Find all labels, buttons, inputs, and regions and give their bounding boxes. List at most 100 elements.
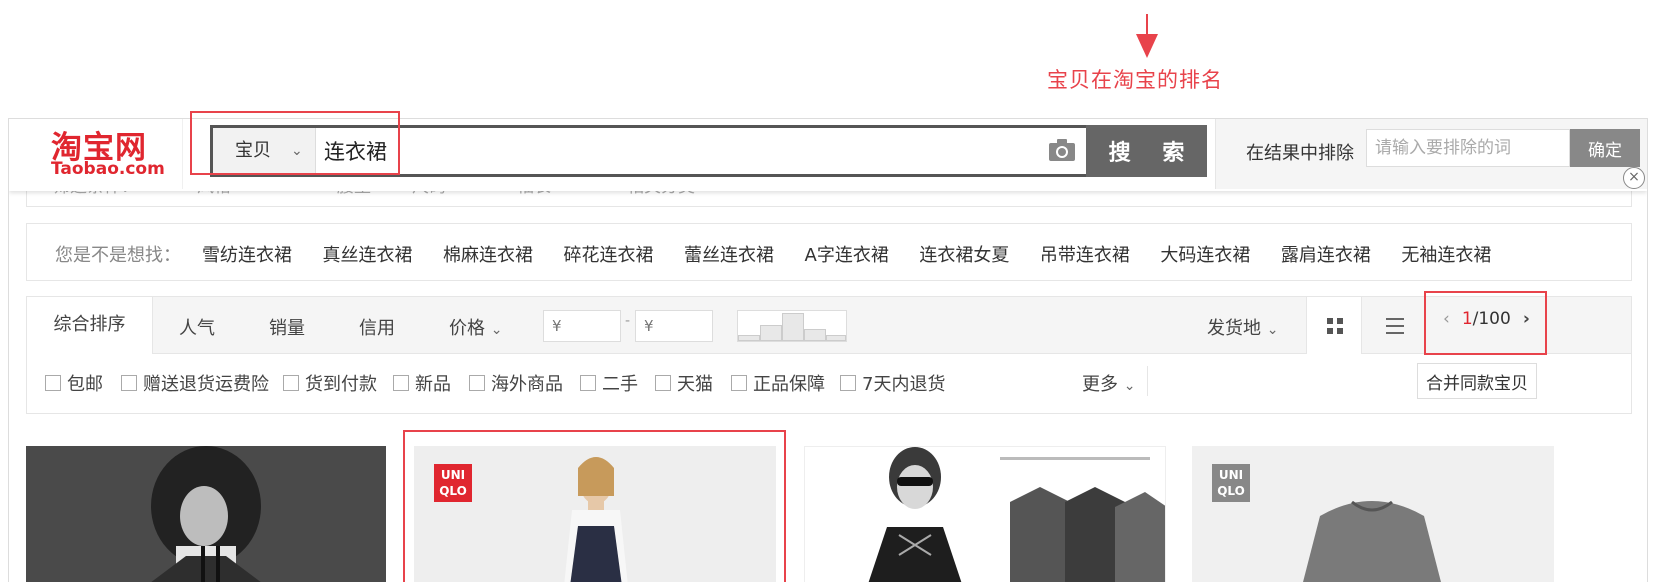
more-label: 更多 xyxy=(1082,374,1118,395)
price-min-input[interactable] xyxy=(543,310,621,342)
filter-tmall[interactable]: 天猫 xyxy=(655,370,713,396)
chevron-right-icon[interactable]: › xyxy=(1523,309,1530,329)
filter-label: 赠送退货运费险 xyxy=(143,374,269,395)
checkbox-filter-row: 包邮 赠送退货运费险 货到付款 新品 海外商品 二手 天猫 正品保障 7天内退货… xyxy=(26,354,1632,414)
checkbox[interactable] xyxy=(45,375,61,391)
grid-view-icon xyxy=(1327,318,1343,334)
suggestion-label: 您是不是想找： xyxy=(55,245,181,266)
filter-genuine[interactable]: 正品保障 xyxy=(731,370,825,396)
product-card[interactable] xyxy=(26,446,386,582)
filter-label: 货到付款 xyxy=(305,374,377,395)
suggestion-item[interactable]: 真丝连衣裙 xyxy=(323,241,413,267)
sort-price-label: 价格 xyxy=(449,318,485,339)
suggestion-item[interactable]: 露肩连衣裙 xyxy=(1281,241,1371,267)
checkbox[interactable] xyxy=(393,375,409,391)
ship-from-dropdown[interactable]: 发货地 ⌄ xyxy=(1207,314,1278,340)
search-header: 淘宝网 Taobao.com 宝贝 ⌄ 搜 索 在结果中排除 确定 × xyxy=(9,119,1647,191)
checkbox[interactable] xyxy=(283,375,299,391)
product-image xyxy=(805,447,1165,582)
page-current: 1 xyxy=(1461,309,1473,329)
search-type-label: 宝贝 xyxy=(235,140,271,161)
filter-label: 7天内退货 xyxy=(862,374,946,395)
grid-view-button[interactable] xyxy=(1306,297,1362,354)
chevron-down-icon: ⌄ xyxy=(490,322,503,338)
chevron-down-icon: ⌄ xyxy=(1266,322,1279,338)
ship-from-label: 发货地 xyxy=(1207,318,1261,339)
price-range-dash: - xyxy=(625,313,631,329)
filter-label: 二手 xyxy=(602,374,638,395)
suggestion-item[interactable]: 连衣裙女夏 xyxy=(919,241,1009,267)
checkbox[interactable] xyxy=(469,375,485,391)
sort-bar: 综合排序 人气 销量 信用 价格 ⌄ - 发货地 ⌄ ‹ 1/100 › xyxy=(26,296,1632,354)
histogram-bar xyxy=(760,325,782,341)
checkbox[interactable] xyxy=(840,375,856,391)
annotation-rank-label: 宝贝在淘宝的排名 xyxy=(1047,68,1223,92)
filter-label: 新品 xyxy=(415,374,451,395)
filter-7day-return[interactable]: 7天内退货 xyxy=(840,370,945,396)
suggestion-item[interactable]: 碎花连衣裙 xyxy=(564,241,654,267)
exclude-label: 在结果中排除 xyxy=(1246,143,1354,164)
sort-price-tab[interactable]: 价格 ⌄ xyxy=(449,314,502,340)
page-total: /100 xyxy=(1472,309,1511,329)
sort-popularity-tab[interactable]: 人气 xyxy=(179,314,215,340)
filter-secondhand[interactable]: 二手 xyxy=(580,370,638,396)
filter-cash-on-delivery[interactable]: 货到付款 xyxy=(283,370,377,396)
filter-overseas[interactable]: 海外商品 xyxy=(469,370,563,396)
divider xyxy=(1147,366,1148,396)
chevron-down-icon: ⌄ xyxy=(291,143,303,159)
annotation-arrowhead xyxy=(1136,34,1158,58)
camera-icon[interactable] xyxy=(1048,138,1076,162)
search-button[interactable]: 搜 索 xyxy=(1086,125,1207,177)
search-input[interactable] xyxy=(316,128,1046,174)
product-image xyxy=(26,446,386,582)
filter-label: 海外商品 xyxy=(491,374,563,395)
filter-return-insurance[interactable]: 赠送退货运费险 xyxy=(121,370,269,396)
filter-new[interactable]: 新品 xyxy=(393,370,451,396)
suggestion-item[interactable]: 棉麻连衣裙 xyxy=(443,241,533,267)
chevron-left-icon[interactable]: ‹ xyxy=(1443,309,1450,329)
price-max-input[interactable] xyxy=(635,310,713,342)
search-box: 宝贝 ⌄ 搜 索 xyxy=(210,125,1207,177)
more-filters-dropdown[interactable]: 更多 ⌄ xyxy=(1082,370,1135,396)
exclude-input[interactable] xyxy=(1366,129,1570,167)
product-card[interactable]: UNI QLO xyxy=(414,446,776,582)
close-icon[interactable]: × xyxy=(1623,167,1645,189)
search-type-dropdown[interactable]: 宝贝 ⌄ xyxy=(213,128,316,174)
product-card[interactable]: UNI QLO xyxy=(1192,446,1554,582)
suggestion-item[interactable]: 蕾丝连衣裙 xyxy=(684,241,774,267)
histogram-bar xyxy=(804,329,826,341)
product-card[interactable] xyxy=(804,446,1166,582)
logo-en: Taobao.com xyxy=(51,159,165,179)
list-view-button[interactable] xyxy=(1364,297,1426,354)
filter-label: 正品保障 xyxy=(753,374,825,395)
suggestion-item[interactable]: 大码连衣裙 xyxy=(1160,241,1250,267)
exclude-panel: 在结果中排除 确定 xyxy=(1215,119,1647,189)
sort-default-tab[interactable]: 综合排序 xyxy=(27,297,153,354)
sort-sales-tab[interactable]: 销量 xyxy=(269,314,305,340)
filter-free-shipping[interactable]: 包邮 xyxy=(45,370,103,396)
histogram-bar xyxy=(782,313,804,341)
suggestion-item[interactable]: 无袖连衣裙 xyxy=(1401,241,1491,267)
histogram-bar xyxy=(826,335,846,341)
checkbox[interactable] xyxy=(731,375,747,391)
suggestion-item[interactable]: 雪纺连衣裙 xyxy=(202,241,292,267)
suggestion-list: 雪纺连衣裙 真丝连衣裙 棉麻连衣裙 碎花连衣裙 蕾丝连衣裙 A字连衣裙 连衣裙女… xyxy=(202,241,1522,267)
suggestion-item[interactable]: 吊带连衣裙 xyxy=(1040,241,1130,267)
uniqlo-logo: UNI QLO xyxy=(1212,464,1250,502)
suggestion-item[interactable]: A字连衣裙 xyxy=(805,241,889,267)
taobao-screenshot-frame: 筛选条件： 风格 腰型 尺码 袖长 相关分类 淘宝网 Taobao.com 宝贝… xyxy=(8,118,1648,582)
checkbox[interactable] xyxy=(655,375,671,391)
filter-label: 包邮 xyxy=(67,374,103,395)
taobao-logo[interactable]: 淘宝网 Taobao.com xyxy=(23,119,183,189)
checkbox[interactable] xyxy=(580,375,596,391)
checkbox[interactable] xyxy=(121,375,137,391)
suggestion-row: 您是不是想找： 雪纺连衣裙 真丝连衣裙 棉麻连衣裙 碎花连衣裙 蕾丝连衣裙 A字… xyxy=(26,223,1632,281)
exclude-confirm-button[interactable]: 确定 xyxy=(1570,129,1640,167)
sort-credit-tab[interactable]: 信用 xyxy=(359,314,395,340)
price-histogram[interactable] xyxy=(737,310,847,342)
list-view-icon xyxy=(1386,318,1404,334)
merge-same-items-button[interactable]: 合并同款宝贝 xyxy=(1417,363,1537,399)
pager: ‹ 1/100 › xyxy=(1443,309,1530,329)
uniqlo-logo: UNI QLO xyxy=(434,464,472,502)
filter-label: 天猫 xyxy=(677,374,713,395)
